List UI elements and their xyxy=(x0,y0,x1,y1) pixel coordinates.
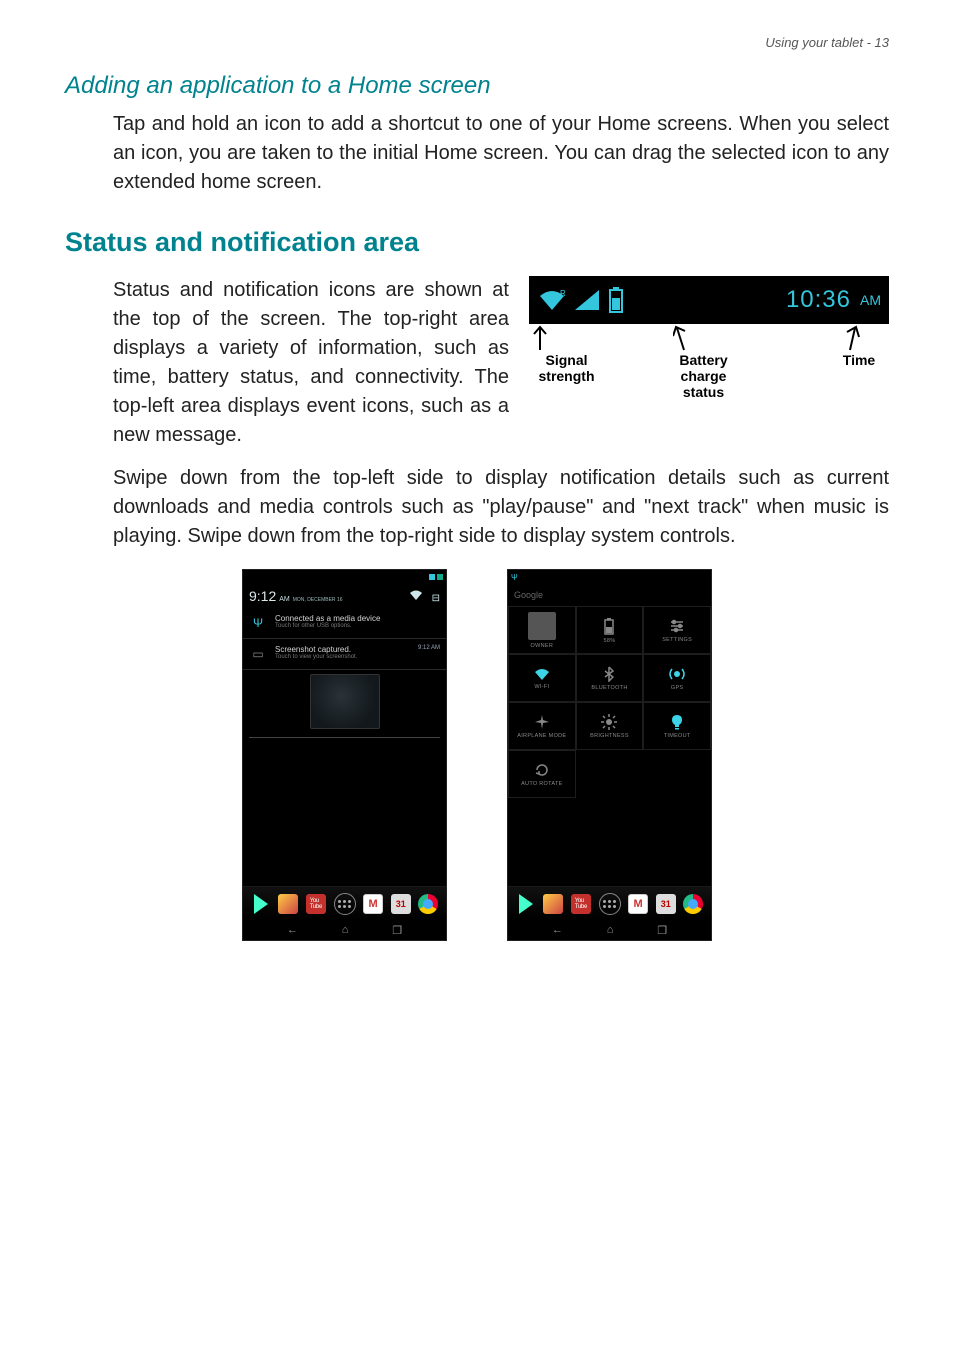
qs-grid: OWNER 58% SETTINGS WI-FI BLUETOOTH GPS AIRPLAN… xyxy=(508,606,711,798)
label-signal: Signal strength xyxy=(529,352,604,400)
qs-tile-label: SETTINGS xyxy=(662,637,692,643)
phone-statusbar: Ψ xyxy=(508,570,711,584)
recent-key[interactable]: ❐ xyxy=(392,924,402,937)
gmail-icon[interactable]: M xyxy=(363,894,383,914)
clear-icon[interactable]: ⊟ xyxy=(432,593,440,604)
gallery-icon[interactable] xyxy=(278,894,298,914)
bulb-icon xyxy=(670,714,684,730)
shade-am: AM xyxy=(279,596,290,603)
calendar-icon[interactable]: 31 xyxy=(391,894,411,914)
nav-keys: ← ⌂ ❐ xyxy=(508,920,711,940)
play-store-icon[interactable] xyxy=(516,894,536,914)
phone-quicksettings: Ψ Google OWNER 58% SETTINGS WI-FI BLUETOOTH G… xyxy=(507,569,712,941)
phone-notifications: 9:12 AM MON, DECEMBER 16 ⊟ Ψ Connected a… xyxy=(242,569,447,941)
sliders-icon xyxy=(669,618,685,634)
shade-date: MON, DECEMBER 16 xyxy=(293,597,343,603)
wifi-small-icon xyxy=(409,589,423,601)
paragraph-status-1: Status and notification icons are shown … xyxy=(113,276,509,450)
qs-tile-58%[interactable]: 58% xyxy=(576,606,644,654)
arrow-signal xyxy=(529,324,551,352)
qs-tile-label: BRIGHTNESS xyxy=(590,733,629,739)
apps-icon[interactable] xyxy=(599,893,621,915)
qs-tile-timeout[interactable]: TIMEOUT xyxy=(643,702,711,750)
signal-icon xyxy=(573,288,601,312)
statusbar-strip: R 10:36 AM xyxy=(529,276,889,324)
arrow-battery xyxy=(673,324,695,352)
page-header: Using your tablet - 13 xyxy=(65,35,889,50)
subheading-add-app: Adding an application to a Home screen xyxy=(65,72,889,100)
qs-tile-label: TIMEOUT xyxy=(664,733,691,739)
qs-tile-auto-rotate[interactable]: AUTO ROTATE xyxy=(508,750,576,798)
arrow-time xyxy=(839,324,861,352)
statusbar-time: 10:36 xyxy=(786,286,851,314)
usb-icon: Ψ xyxy=(249,614,267,632)
image-icon: ▭ xyxy=(249,645,267,663)
qs-tile-label: WI-FI xyxy=(534,684,549,690)
apps-icon[interactable] xyxy=(334,893,356,915)
qs-tile-label: BLUETOOTH xyxy=(591,685,627,691)
screenshot-thumbnail[interactable] xyxy=(310,674,380,729)
calendar-icon[interactable]: 31 xyxy=(656,894,676,914)
notification-item[interactable]: ▭ Screenshot captured. Touch to view you… xyxy=(243,639,446,670)
rotate-icon xyxy=(534,762,550,778)
qs-tile-label: AUTO ROTATE xyxy=(521,781,563,787)
home-key[interactable]: ⌂ xyxy=(607,924,614,936)
qs-tile-bluetooth[interactable]: BLUETOOTH xyxy=(576,654,644,702)
back-key[interactable]: ← xyxy=(552,924,563,936)
qs-tile-brightness[interactable]: BRIGHTNESS xyxy=(576,702,644,750)
label-battery: Battery charge status xyxy=(666,352,741,400)
qs-tile-label: AIRPLANE MODE xyxy=(517,733,566,739)
qs-tile-label: 58% xyxy=(604,638,616,644)
qs-tile-owner[interactable]: OWNER xyxy=(508,606,576,654)
home-key[interactable]: ⌂ xyxy=(342,924,349,936)
qs-tile-label: OWNER xyxy=(531,643,554,649)
battery-icon xyxy=(602,617,616,635)
avatar-icon xyxy=(528,612,556,640)
heading-status-area: Status and notification area xyxy=(65,227,889,258)
notification-time: 9:12 AM xyxy=(418,645,440,651)
notification-sub: Touch to view your screenshot. xyxy=(275,654,410,660)
sun-icon xyxy=(601,714,617,730)
wifi-icon xyxy=(533,667,551,681)
play-store-icon[interactable] xyxy=(251,894,271,914)
gmail-icon[interactable]: M xyxy=(628,894,648,914)
gps-icon xyxy=(669,666,685,682)
statusbar-am: AM xyxy=(860,292,881,308)
usb-mini-icon: Ψ xyxy=(511,573,518,582)
google-label: Google xyxy=(514,590,554,600)
youtube-icon[interactable]: YouTube xyxy=(571,894,591,914)
nav-keys: ← ⌂ ❐ xyxy=(243,920,446,940)
qs-tile-settings[interactable]: SETTINGS xyxy=(643,606,711,654)
bt-icon xyxy=(604,666,614,682)
back-key[interactable]: ← xyxy=(287,924,298,936)
divider xyxy=(249,737,440,738)
qs-tile-label: GPS xyxy=(671,685,684,691)
statusbar-diagram: R 10:36 AM Signal strength xyxy=(529,276,889,450)
dock: YouTube M 31 xyxy=(243,886,446,920)
qs-tile-wi-fi[interactable]: WI-FI xyxy=(508,654,576,702)
notification-title: Connected as a media device xyxy=(275,614,440,623)
youtube-icon[interactable]: YouTube xyxy=(306,894,326,914)
qs-header: Google xyxy=(508,584,711,606)
paragraph-add-app: Tap and hold an icon to add a shortcut t… xyxy=(113,110,889,197)
battery-icon xyxy=(607,286,625,314)
shade-time: 9:12 xyxy=(249,588,276,604)
paragraph-status-2: Swipe down from the top-left side to dis… xyxy=(113,464,889,551)
svg-text:R: R xyxy=(560,289,566,298)
plane-icon xyxy=(534,714,550,730)
qs-tile-airplane-mode[interactable]: AIRPLANE MODE xyxy=(508,702,576,750)
dock: YouTube M 31 xyxy=(508,886,711,920)
notification-item[interactable]: Ψ Connected as a media device Touch for … xyxy=(243,608,446,639)
notification-title: Screenshot captured. xyxy=(275,645,410,654)
gallery-icon[interactable] xyxy=(543,894,563,914)
chrome-icon[interactable] xyxy=(418,894,438,914)
chrome-icon[interactable] xyxy=(683,894,703,914)
recent-key[interactable]: ❐ xyxy=(657,924,667,937)
wifi-icon: R xyxy=(537,288,567,312)
qs-tile-gps[interactable]: GPS xyxy=(643,654,711,702)
phone-statusbar xyxy=(243,570,446,584)
label-time: Time xyxy=(829,352,889,400)
notification-sub: Touch for other USB options. xyxy=(275,623,440,629)
shade-header: 9:12 AM MON, DECEMBER 16 ⊟ xyxy=(243,584,446,608)
